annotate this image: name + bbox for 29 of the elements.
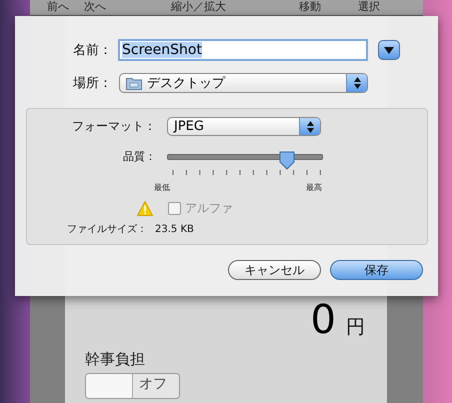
organizer-share-label: 幹事負担	[85, 350, 146, 369]
min-label: 最低	[154, 182, 170, 193]
toolbar-item[interactable]: 選択	[358, 0, 380, 13]
file-size-value: 23.5 KB	[155, 224, 194, 234]
slider-thumb[interactable]	[278, 151, 295, 170]
warning-icon	[137, 201, 153, 216]
folder-icon	[126, 76, 142, 90]
format-label: フォーマット：	[71, 118, 156, 135]
toolbar-item[interactable]: 次へ	[84, 0, 106, 13]
location-label: 場所：	[72, 75, 112, 92]
triangle-down-icon	[384, 46, 394, 54]
toggle-switch[interactable]: オフ	[85, 373, 180, 399]
up-down-arrows-icon	[306, 120, 314, 132]
up-down-arrows-icon	[354, 77, 360, 89]
max-label: 最高	[306, 182, 322, 193]
format-popup[interactable]: JPEG	[167, 117, 321, 136]
total-amount: 0	[310, 298, 336, 342]
quality-label: 品質：	[122, 149, 156, 164]
location-popup[interactable]: デスクトップ	[119, 73, 368, 93]
toolbar-item[interactable]: 前へ	[47, 0, 69, 13]
save-button[interactable]: 保存	[330, 260, 423, 280]
expand-button[interactable]	[378, 40, 400, 60]
file-size-label: ファイルサイズ：	[67, 223, 147, 236]
name-label: 名前：	[72, 42, 112, 59]
cancel-button[interactable]: キャンセル	[228, 260, 321, 280]
toolbar-item[interactable]: 縮小／拡大	[171, 0, 226, 13]
name-field[interactable]: ScreenShot	[118, 39, 368, 61]
currency-unit: 円	[346, 315, 365, 340]
toolbar-item[interactable]: 移動	[299, 0, 321, 13]
